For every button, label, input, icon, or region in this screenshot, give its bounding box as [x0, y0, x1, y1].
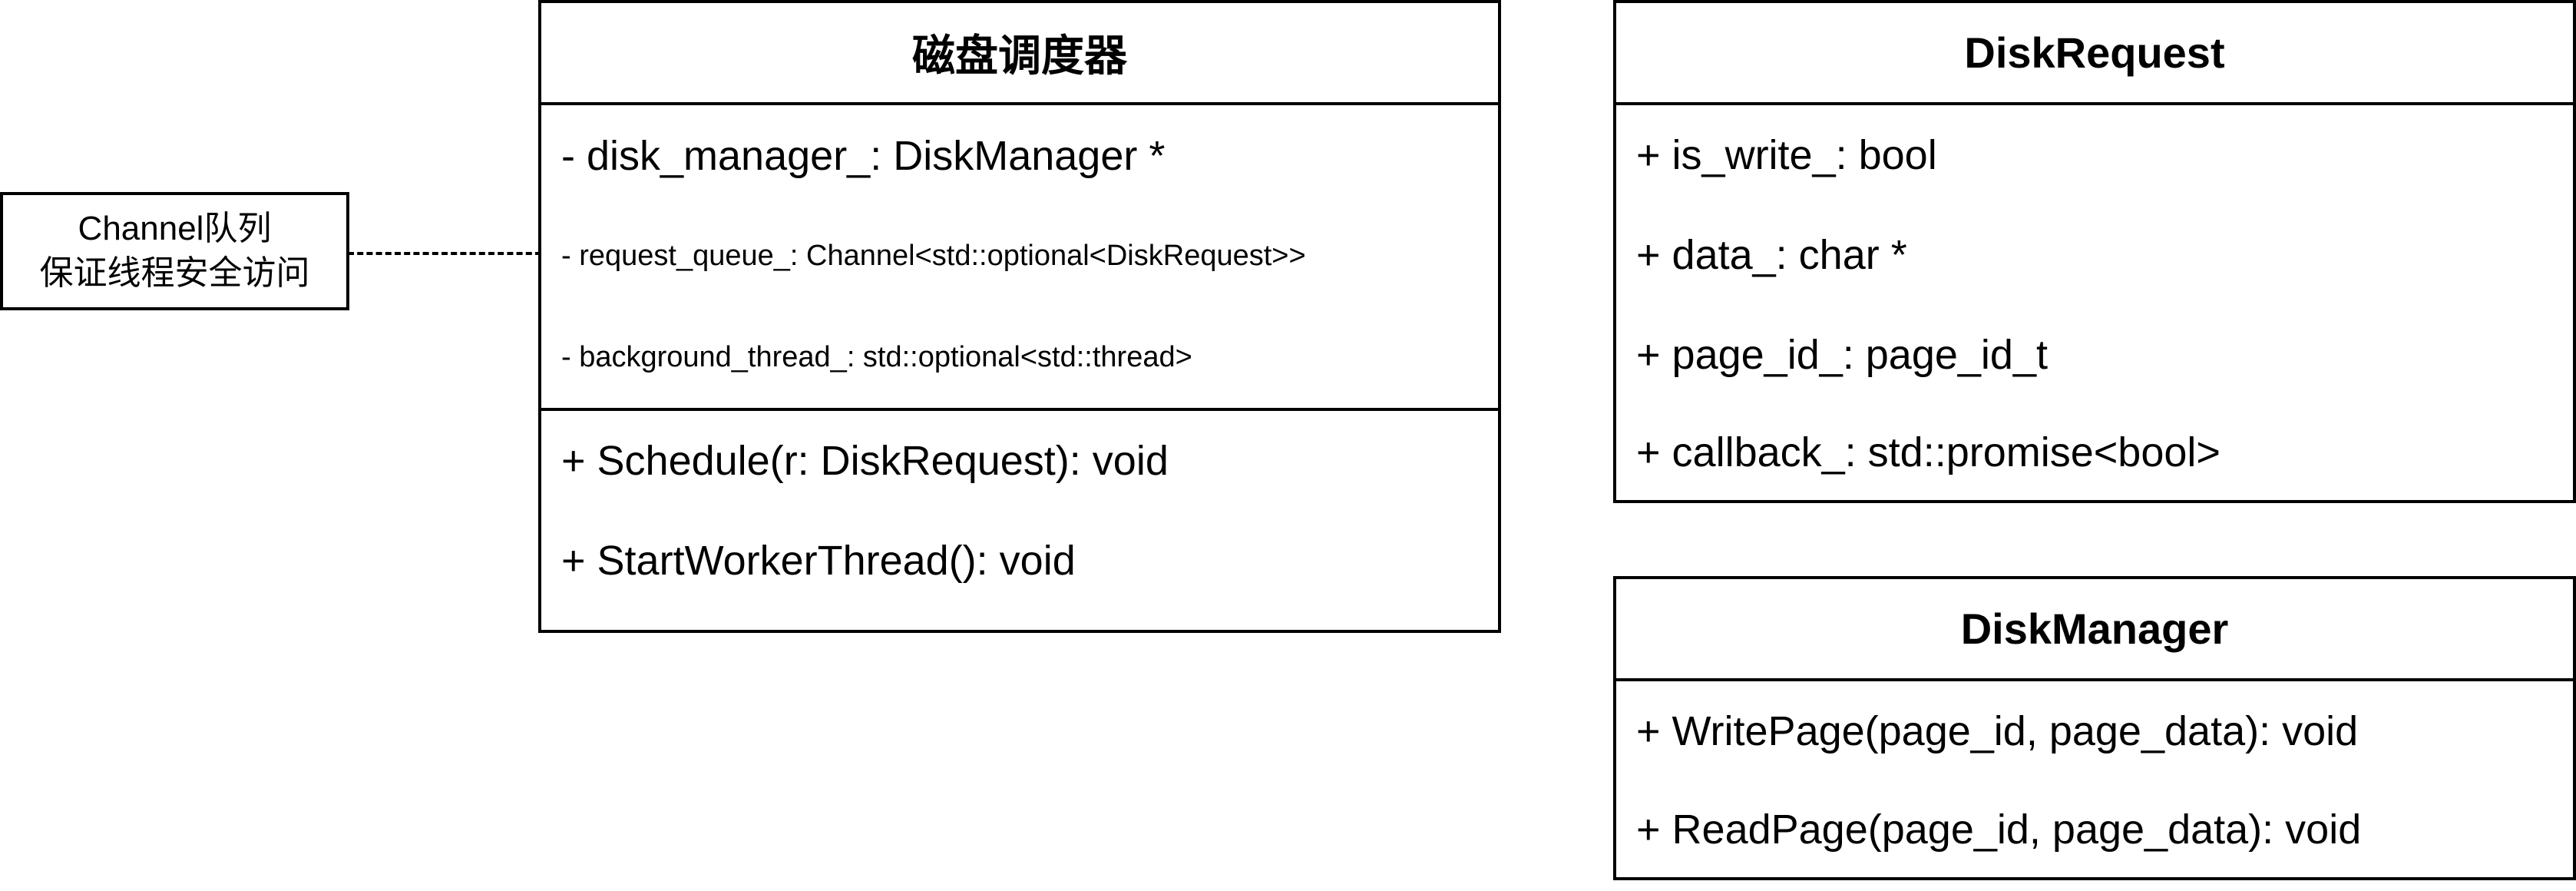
- field-data: + data_: char *: [1636, 232, 1907, 278]
- note-connector-dashed-line: [348, 252, 541, 255]
- note-line-2: 保证线程安全访问: [39, 254, 310, 292]
- disk-request-title: DiskRequest: [1616, 3, 2573, 105]
- field-request-queue: - request_queue_: Channel<std::optional<…: [561, 240, 1306, 272]
- note-line-1: Channel队列: [78, 210, 272, 247]
- disk-manager-class: DiskManager + WritePage(page_id, page_da…: [1613, 576, 2576, 880]
- disk-scheduler-fields: - disk_manager_: DiskManager * - request…: [541, 105, 1498, 408]
- disk-scheduler-title: 磁盘调度器: [541, 3, 1498, 105]
- disk-scheduler-class: 磁盘调度器 - disk_manager_: DiskManager * - r…: [538, 0, 1501, 633]
- method-start-worker-thread: + StartWorkerThread(): void: [561, 538, 1076, 584]
- method-write-page: + WritePage(page_id, page_data): void: [1636, 708, 2359, 754]
- field-background-thread: - background_thread_: std::optional<std:…: [561, 340, 1192, 373]
- field-callback: + callback_: std::promise<bool>: [1636, 429, 2221, 475]
- channel-queue-note: Channel队列 保证线程安全访问: [0, 192, 349, 310]
- disk-request-class: DiskRequest + is_write_: bool + data_: c…: [1613, 0, 2576, 503]
- field-disk-manager: - disk_manager_: DiskManager *: [561, 132, 1166, 179]
- disk-manager-title: DiskManager: [1616, 579, 2573, 681]
- field-page-id: + page_id_: page_id_t: [1636, 332, 2048, 378]
- method-schedule: + Schedule(r: DiskRequest): void: [561, 438, 1169, 484]
- field-is-write: + is_write_: bool: [1636, 132, 1937, 178]
- method-read-page: + ReadPage(page_id, page_data): void: [1636, 806, 2362, 853]
- disk-scheduler-methods: + Schedule(r: DiskRequest): void + Start…: [541, 408, 1498, 611]
